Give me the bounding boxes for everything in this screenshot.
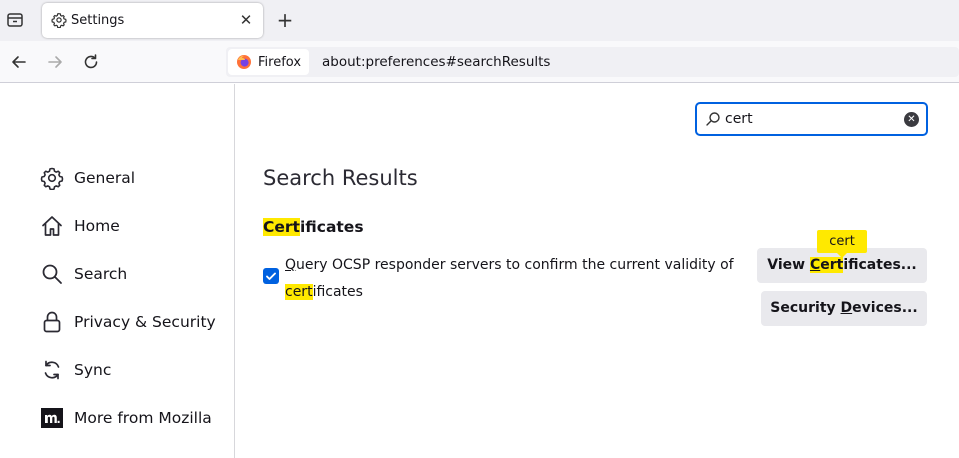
sidebar-item-label: Privacy & Security xyxy=(74,313,216,331)
gear-icon xyxy=(51,12,67,29)
sync-icon xyxy=(40,358,64,382)
sidebar-item-label: Home xyxy=(74,217,120,235)
search-icon xyxy=(40,262,64,286)
firefox-logo-icon xyxy=(236,54,252,70)
new-tab-button[interactable]: + xyxy=(275,10,295,30)
gear-icon xyxy=(40,166,64,191)
sidebar-item-privacy[interactable]: Privacy & Security xyxy=(40,307,216,337)
search-match-tooltip: cert xyxy=(817,230,867,258)
navigation-toolbar: Firefox about:preferences#searchResults xyxy=(0,41,959,83)
section-title-rest: ificates xyxy=(299,218,364,236)
search-highlight: cert xyxy=(285,284,313,300)
sidebar-item-label: Search xyxy=(74,265,128,283)
search-input[interactable] xyxy=(725,109,895,129)
settings-search-box[interactable]: ✕ xyxy=(695,102,928,136)
search-highlight: Cert xyxy=(809,257,844,273)
button-text: Security xyxy=(770,300,841,316)
button-text-end: evices... xyxy=(852,300,918,316)
ocsp-checkbox-label[interactable]: Query OCSP responder servers to confirm … xyxy=(285,252,735,306)
site-identity-button[interactable]: Firefox xyxy=(228,49,310,75)
sidebar-item-more-from-mozilla[interactable]: More from Mozilla xyxy=(40,403,212,433)
page-title: Search Results xyxy=(263,166,418,190)
button-match-rest: ert xyxy=(820,257,844,273)
section-title-certificates: Certificates xyxy=(263,218,364,236)
tab-strip: Settings ✕ + xyxy=(0,0,959,41)
sidebar-item-label: General xyxy=(74,169,136,187)
accesskey-d: D xyxy=(840,300,853,316)
label-text-end: ificates xyxy=(312,284,363,300)
label-text: uery OCSP responder servers to confirm t… xyxy=(296,257,734,273)
security-devices-button[interactable]: Security Devices... xyxy=(761,291,927,326)
sidebar-item-label: More from Mozilla xyxy=(74,409,212,427)
accesskey-c: C xyxy=(809,257,821,273)
ocsp-checkbox[interactable] xyxy=(263,268,279,284)
sidebar-item-general[interactable]: General xyxy=(40,163,135,193)
button-text: View xyxy=(767,257,810,273)
tab-title: Settings xyxy=(71,13,125,28)
reload-icon[interactable] xyxy=(81,52,101,72)
back-arrow-icon[interactable] xyxy=(9,52,29,72)
sidebar-item-home[interactable]: Home xyxy=(40,211,120,241)
mozilla-icon xyxy=(40,406,64,430)
sidebar-item-sync[interactable]: Sync xyxy=(40,355,111,385)
accesskey-q: Q xyxy=(285,257,297,273)
close-tab-icon[interactable]: ✕ xyxy=(238,12,254,28)
sidebar-item-search[interactable]: Search xyxy=(40,259,127,289)
identity-label: Firefox xyxy=(258,54,302,70)
tab-settings[interactable]: Settings ✕ xyxy=(42,3,263,38)
search-highlight: Cert xyxy=(263,218,300,236)
tab-list-icon[interactable] xyxy=(6,11,24,29)
url-bar[interactable]: Firefox about:preferences#searchResults xyxy=(226,47,959,77)
clear-search-icon[interactable]: ✕ xyxy=(904,112,919,127)
home-icon xyxy=(40,214,64,238)
button-text-end: ificates... xyxy=(843,257,917,273)
forward-arrow-icon[interactable] xyxy=(45,52,65,72)
search-icon xyxy=(705,111,721,127)
sidebar-item-label: Sync xyxy=(74,361,112,379)
url-text[interactable]: about:preferences#searchResults xyxy=(322,54,550,71)
lock-icon xyxy=(40,310,64,334)
